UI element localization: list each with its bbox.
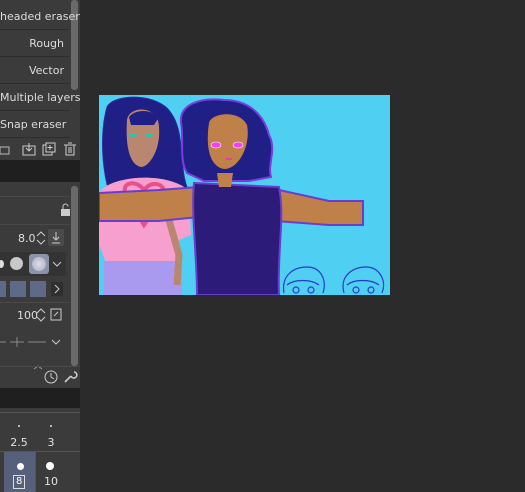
sub-tool-rough[interactable]: Rough <box>0 31 70 57</box>
property-divider <box>0 224 70 225</box>
sub-tool-snap-eraser[interactable]: Snap eraser <box>0 112 70 138</box>
trash-icon[interactable] <box>63 142 77 156</box>
brush-size-3[interactable]: 3 <box>35 436 67 449</box>
opacity-value[interactable]: 100 <box>17 309 38 322</box>
property-divider <box>0 366 80 367</box>
tip-soft-icon[interactable] <box>29 254 49 274</box>
drawing-canvas[interactable] <box>99 95 390 295</box>
canvas-artwork <box>99 95 390 295</box>
pressure-icon[interactable] <box>48 229 64 246</box>
sub-tool-multiple-layers[interactable]: Multiple layers <box>0 85 80 111</box>
tip-medium-icon[interactable] <box>10 257 23 270</box>
tool-panel: headed eraser Rough Vector Multiple laye… <box>0 0 80 492</box>
wrench-icon[interactable] <box>62 369 78 385</box>
chevron-down-icon[interactable] <box>51 257 63 271</box>
brush-texture-selector[interactable] <box>0 279 66 299</box>
chevron-right-icon[interactable] <box>51 282 63 296</box>
duplicate-icon[interactable] <box>42 142 56 156</box>
property-divider <box>0 302 70 303</box>
property-divider <box>0 196 70 197</box>
brush-size-palette: 2.5 3 8 10 <box>0 412 80 492</box>
brush-size-8: 8 <box>13 475 26 489</box>
brush-size-10[interactable]: 10 <box>35 475 67 488</box>
spinner-icon[interactable] <box>36 307 46 322</box>
link-icon[interactable] <box>49 307 63 322</box>
sub-tool-menu-icon[interactable] <box>0 143 12 157</box>
stroke-option[interactable] <box>0 335 66 349</box>
sub-tool-headed-eraser[interactable]: headed eraser <box>0 4 80 30</box>
brush-size-8-cell[interactable]: 8 <box>4 452 35 492</box>
settings-icon[interactable] <box>43 369 59 385</box>
tip-hard-icon[interactable] <box>0 260 4 268</box>
panel-divider <box>0 388 80 408</box>
panel-divider <box>0 160 80 182</box>
brush-size-2-5[interactable]: 2.5 <box>3 436 35 449</box>
spinner-icon[interactable] <box>36 230 46 245</box>
brush-tip-selector[interactable] <box>0 252 66 276</box>
download-icon[interactable] <box>22 142 36 156</box>
brush-size-value[interactable]: 8.0 <box>18 232 36 245</box>
sub-tool-vector[interactable]: Vector <box>0 58 70 84</box>
lock-icon[interactable] <box>59 203 73 217</box>
